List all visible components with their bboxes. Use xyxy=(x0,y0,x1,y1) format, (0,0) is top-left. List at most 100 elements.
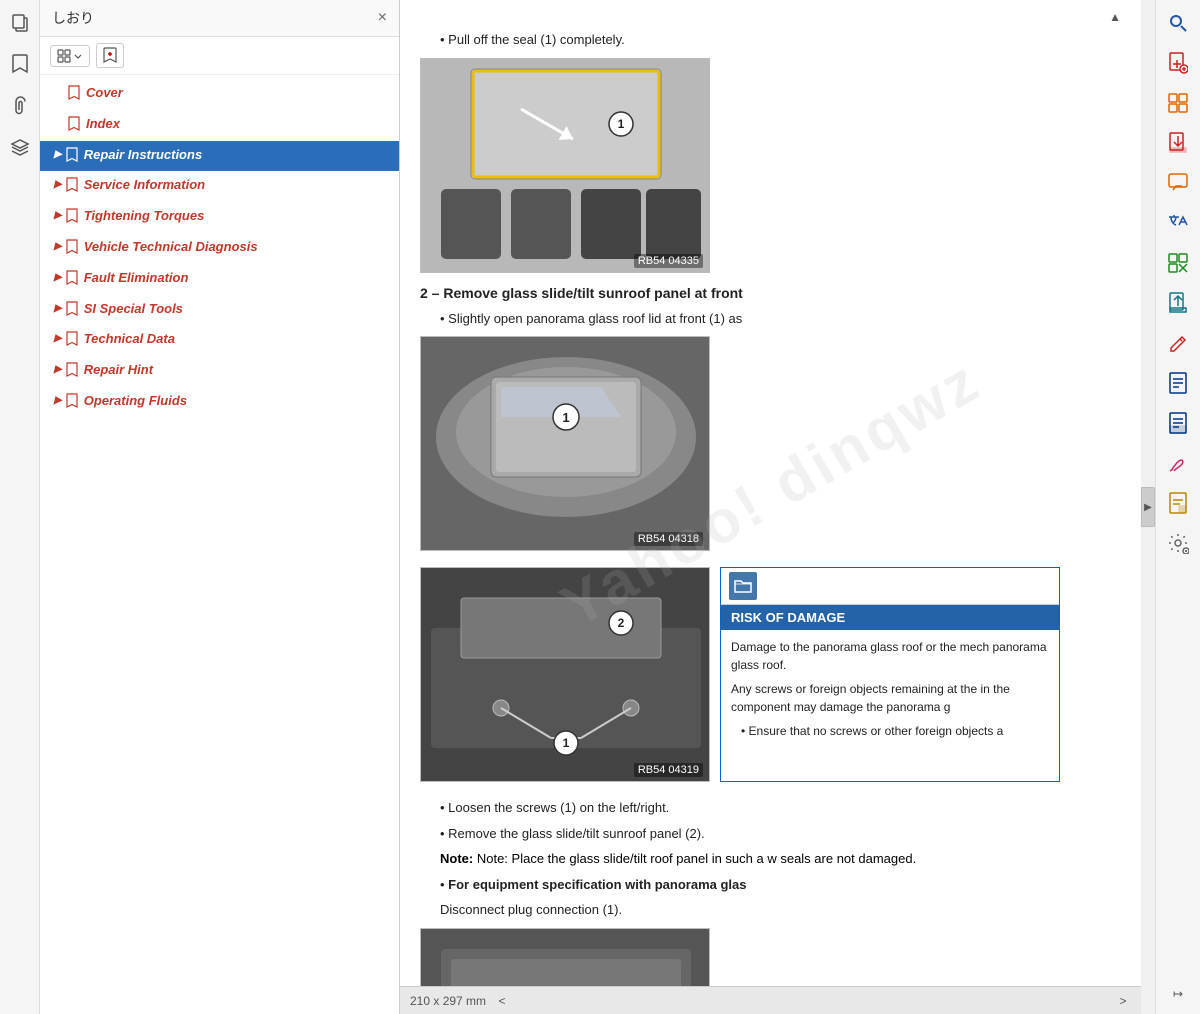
sidebar-nav: Cover Index ▶ Repair Instructions ▶ Serv… xyxy=(40,75,399,1014)
content-scroll-area[interactable]: Yahoo! dinqwz ▲ Pull off the seal (1) co… xyxy=(400,0,1141,986)
zoom-search-button[interactable] xyxy=(1161,6,1195,40)
svg-text:1: 1 xyxy=(618,117,625,131)
bookmark-operating-icon xyxy=(66,393,78,413)
svg-text:2: 2 xyxy=(618,616,625,630)
sidebar-item-repair-instructions[interactable]: ▶ Repair Instructions xyxy=(40,141,399,172)
img3-label: RB54 04319 xyxy=(634,763,703,777)
bookmark-technical-icon xyxy=(66,331,78,351)
sidebar-item-fault-label: Fault Elimination xyxy=(84,269,391,287)
sidebar-item-vehicle-technical[interactable]: ▶ Vehicle Technical Diagnosis xyxy=(40,233,399,264)
sidebar-item-si-label: SI Special Tools xyxy=(84,300,391,318)
main-right-collapse-button[interactable]: ▶ xyxy=(1141,487,1155,527)
arrow-operating-icon: ▶ xyxy=(54,394,62,408)
sidebar-item-tightening-torques[interactable]: ▶ Tightening Torques xyxy=(40,202,399,233)
document-add-button[interactable] xyxy=(1161,46,1195,80)
bullet5-bold: For equipment specification with panoram… xyxy=(448,877,746,892)
sidebar-title: しおり xyxy=(52,8,94,28)
sidebar-item-operating-fluids[interactable]: ▶ Operating Fluids xyxy=(40,387,399,418)
risk-box-body: Damage to the panorama glass roof or the… xyxy=(721,630,1059,748)
scissors-button[interactable] xyxy=(1161,246,1195,280)
settings-button[interactable] xyxy=(1161,526,1195,560)
sidebar-item-repair-hint-label: Repair Hint xyxy=(84,361,391,379)
sidebar-header: しおり × xyxy=(40,0,399,37)
risk-box-folder-icon xyxy=(729,572,757,600)
arrow-tightening-icon: ▶ xyxy=(54,209,62,223)
risk-box-header: RISK OF DAMAGE xyxy=(721,605,1059,630)
comment-button[interactable] xyxy=(1161,166,1195,200)
export-button[interactable] xyxy=(1161,286,1195,320)
doc-image-2: 1 RB54 04318 xyxy=(420,336,710,551)
arrow-service-icon: ▶ xyxy=(54,178,62,192)
grid-view-button[interactable] xyxy=(50,45,90,67)
sidebar-item-index[interactable]: Index xyxy=(40,110,399,141)
signature-button[interactable] xyxy=(1161,446,1195,480)
doc-image-3: 2 1 RB54 04319 xyxy=(420,567,710,782)
content-bullet-1: Pull off the seal (1) completely. xyxy=(440,30,1121,50)
content-bullet-5: For equipment specification with panoram… xyxy=(440,875,1121,895)
sidebar-item-index-label: Index xyxy=(86,115,391,133)
sidebar-item-fault-elimination[interactable]: ▶ Fault Elimination xyxy=(40,264,399,295)
document-blue-button[interactable] xyxy=(1161,366,1195,400)
bookmark-fault-icon xyxy=(66,270,78,290)
sidebar-toolbar xyxy=(40,37,399,75)
bookmark-tightening-icon xyxy=(66,208,78,228)
bookmark-si-icon xyxy=(66,301,78,321)
content-bullet-5b: Disconnect plug connection (1). xyxy=(440,900,1121,920)
copy-icon[interactable] xyxy=(6,8,34,36)
right-iconbar: ↦ xyxy=(1155,0,1200,1014)
scroll-up-button[interactable]: ▲ xyxy=(1109,10,1121,24)
translate-button[interactable] xyxy=(1161,206,1195,240)
bookmark-vehicle-icon xyxy=(66,239,78,259)
bookmark-repair-hint-icon xyxy=(66,362,78,382)
document-yellow-button[interactable] xyxy=(1161,486,1195,520)
content-note: Note: Note: Place the glass slide/tilt r… xyxy=(440,849,1121,869)
svg-text:1: 1 xyxy=(562,410,569,425)
arrow-vehicle-icon: ▶ xyxy=(54,240,62,254)
layers-icon[interactable] xyxy=(6,134,34,162)
status-bar: 210 x 297 mm < > xyxy=(400,986,1141,1014)
sidebar-item-service-information[interactable]: ▶ Service Information xyxy=(40,171,399,202)
sidebar-item-operating-label: Operating Fluids xyxy=(84,392,391,410)
svg-text:1: 1 xyxy=(563,736,570,750)
risk-line-1: Damage to the panorama glass roof or the… xyxy=(731,638,1049,674)
sidebar-item-repair-hint[interactable]: ▶ Repair Hint xyxy=(40,356,399,387)
arrow-si-icon: ▶ xyxy=(54,302,62,316)
status-right-arrow[interactable]: > xyxy=(1115,993,1131,1009)
risk-of-damage-box: RISK OF DAMAGE Damage to the panorama gl… xyxy=(720,567,1060,782)
car-interior-img: 1 xyxy=(421,59,709,272)
bookmark-repair-icon xyxy=(66,147,78,167)
bookmark-service-icon xyxy=(66,177,78,197)
bookmark-nav-icon[interactable] xyxy=(6,50,34,78)
bookmark-tool-button[interactable] xyxy=(96,43,124,68)
sidebar-item-repair-label: Repair Instructions xyxy=(84,146,391,164)
status-bar-left: 210 x 297 mm < xyxy=(410,993,510,1009)
arrow-fault-icon: ▶ xyxy=(54,271,62,285)
note-text: Note: Place the glass slide/tilt roof pa… xyxy=(477,851,916,866)
sidebar: しおり × Cover xyxy=(40,0,400,1014)
edit-button[interactable] xyxy=(1161,326,1195,360)
status-left-arrow[interactable]: < xyxy=(494,993,510,1009)
sidebar-item-si-special-tools[interactable]: ▶ SI Special Tools xyxy=(40,295,399,326)
sidebar-item-technical-data[interactable]: ▶ Technical Data xyxy=(40,325,399,356)
paperclip-icon[interactable] xyxy=(6,92,34,120)
section2-heading: 2 – Remove glass slide/tilt sunroof pane… xyxy=(420,285,1121,301)
sidebar-item-cover[interactable]: Cover xyxy=(40,79,399,110)
sidebar-item-cover-label: Cover xyxy=(86,84,391,102)
risk-bullet: Ensure that no screws or other foreign o… xyxy=(741,722,1049,740)
sidebar-close-button[interactable]: × xyxy=(378,9,387,27)
img1-label: RB54 04335 xyxy=(634,254,703,268)
note-label: Note: xyxy=(440,851,477,866)
sidebar-item-service-label: Service Information xyxy=(84,176,391,194)
sidebar-item-technical-label: Technical Data xyxy=(84,330,391,348)
bookmark-index-icon xyxy=(68,116,80,136)
download-button[interactable] xyxy=(1161,126,1195,160)
bookmark-cover-icon xyxy=(68,85,80,105)
risk-image-row: 2 1 RB54 04319 xyxy=(420,559,1121,790)
content-bullet-4: Remove the glass slide/tilt sunroof pane… xyxy=(440,824,1121,844)
layout-view-button[interactable] xyxy=(1161,86,1195,120)
right-iconbar-collapse-button[interactable]: ↦ xyxy=(1161,980,1195,1008)
risk-box-icon-row xyxy=(721,568,1059,605)
document-list-button[interactable] xyxy=(1161,406,1195,440)
doc-image-1: 1 RB54 04335 xyxy=(420,58,710,273)
arrow-repair-hint-icon: ▶ xyxy=(54,363,62,377)
